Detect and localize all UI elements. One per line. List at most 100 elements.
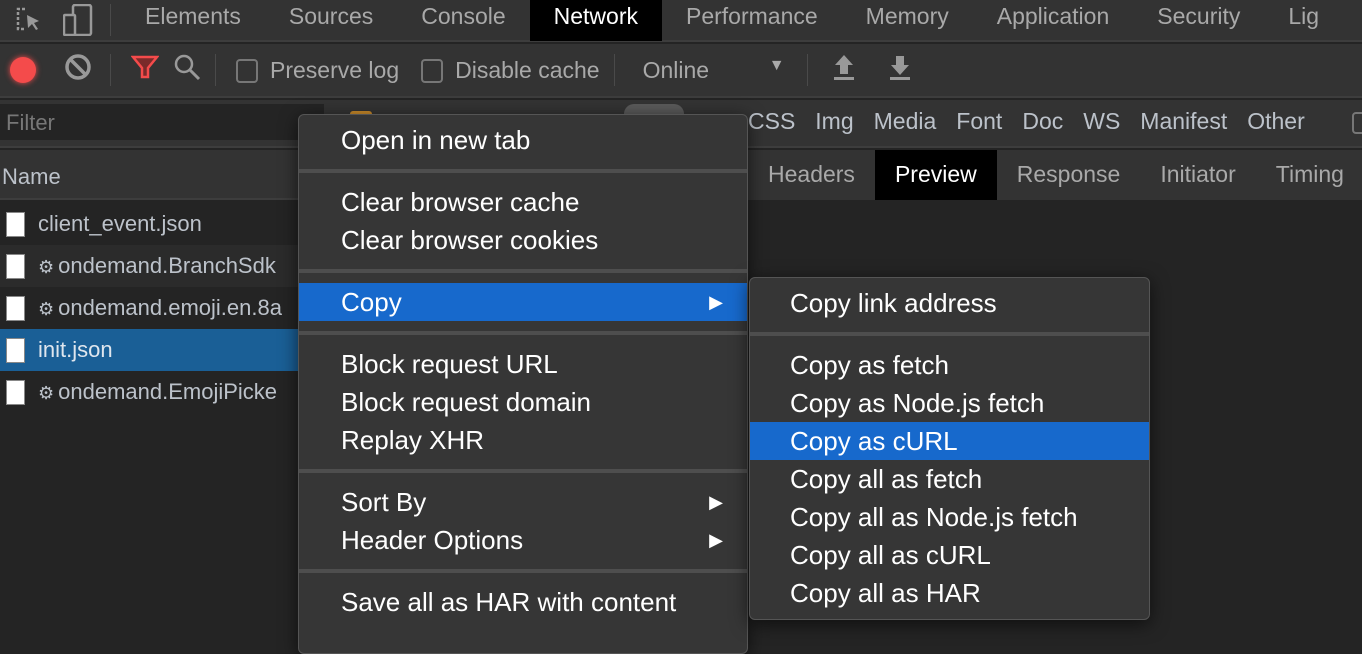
tab-console[interactable]: Console [397, 0, 529, 41]
type-filter-media[interactable]: Media [874, 108, 937, 135]
preserve-log-label: Preserve log [270, 56, 400, 83]
menu-item-copy-all-as-curl[interactable]: Copy all as cURL [750, 536, 1149, 574]
record-button[interactable] [10, 57, 36, 83]
import-har-icon[interactable] [832, 53, 856, 87]
type-filter-ws[interactable]: WS [1083, 108, 1120, 135]
request-row[interactable]: client_event.json [0, 203, 300, 245]
menu-item-label: Sort By [341, 487, 427, 517]
type-filter-css[interactable]: CSS [748, 108, 795, 135]
export-har-icon[interactable] [888, 53, 912, 87]
menu-item-sort-by[interactable]: Sort By ▶ [299, 483, 747, 521]
request-row[interactable]: ⚙ ondemand.emoji.en.8a [0, 287, 300, 329]
tab-network[interactable]: Network [529, 0, 662, 41]
menu-item-open-in-new-tab[interactable]: Open in new tab [299, 121, 747, 159]
request-name: ondemand.EmojiPicke [58, 379, 278, 404]
detail-tab-response[interactable]: Response [997, 150, 1141, 200]
menu-item-copy[interactable]: Copy ▶ [299, 283, 747, 321]
request-name: ondemand.BranchSdk [58, 253, 276, 278]
request-row[interactable]: ⚙ ondemand.BranchSdk [0, 245, 300, 287]
context-menu: Open in new tab Clear browser cache Clear … [298, 114, 748, 654]
menu-item-header-options[interactable]: Header Options ▶ [299, 521, 747, 559]
tab-performance[interactable]: Performance [662, 0, 842, 41]
disable-cache-label: Disable cache [455, 56, 600, 83]
filter-input[interactable]: Filter [0, 104, 324, 140]
menu-item-label: Copy as fetch [790, 350, 949, 380]
menu-item-label: Copy all as fetch [790, 464, 983, 494]
menu-item-block-request-url[interactable]: Block request URL [299, 345, 747, 383]
copy-submenu: Copy link address Copy as fetch Copy as No… [749, 277, 1150, 620]
clear-icon[interactable] [64, 53, 92, 87]
document-icon [6, 338, 25, 363]
menu-separator [299, 569, 747, 573]
menu-item-block-request-domain[interactable]: Block request domain [299, 383, 747, 421]
submenu-arrow-icon: ▶ [709, 530, 723, 550]
network-toolbar: Preserve log Disable cache Online ▼ [0, 44, 1362, 98]
submenu-arrow-icon: ▶ [709, 492, 723, 512]
throttling-select[interactable]: Online ▼ [643, 57, 793, 84]
menu-item-label: Block request URL [341, 349, 558, 379]
preserve-log-checkbox[interactable]: Preserve log [236, 57, 399, 84]
detail-tab-headers[interactable]: Headers [748, 150, 875, 200]
tab-elements[interactable]: Elements [121, 0, 265, 41]
gear-icon: ⚙ [38, 257, 55, 277]
detail-tabs: Headers Preview Response Initiator Timing [748, 150, 1362, 200]
devtools-tab-bar: Elements Sources Console Network Performance… [0, 0, 1362, 42]
menu-item-copy-as-curl[interactable]: Copy as cURL [750, 422, 1149, 460]
menu-item-save-all-as-har-with-content[interactable]: Save all as HAR with content [299, 583, 747, 621]
document-icon [6, 212, 25, 237]
menu-item-label: Block request domain [341, 387, 592, 417]
menu-item-clear-browser-cache[interactable]: Clear browser cache [299, 183, 747, 221]
detail-tab-timing[interactable]: Timing [1256, 150, 1362, 200]
type-filter-font[interactable]: Font [956, 108, 1002, 135]
menu-separator [299, 169, 747, 173]
menu-item-label: Header Options [341, 525, 524, 555]
type-filter-manifest[interactable]: Manifest [1140, 108, 1227, 135]
detail-tab-initiator[interactable]: Initiator [1140, 150, 1255, 200]
menu-item-label: Clear browser cache [341, 187, 580, 217]
tab-security[interactable]: Security [1133, 0, 1264, 41]
submenu-arrow-icon: ▶ [709, 292, 723, 312]
document-icon [6, 296, 25, 321]
request-row[interactable]: ⚙ ondemand.EmojiPicke [0, 371, 300, 413]
menu-item-copy-all-as-har[interactable]: Copy all as HAR [750, 574, 1149, 612]
type-filter-doc[interactable]: Doc [1022, 108, 1063, 135]
menu-separator [750, 332, 1149, 336]
menu-item-copy-all-as-fetch[interactable]: Copy all as fetch [750, 460, 1149, 498]
search-icon[interactable] [173, 53, 201, 87]
tab-application[interactable]: Application [973, 0, 1134, 41]
menu-separator [299, 331, 747, 335]
request-name: ondemand.emoji.en.8a [58, 295, 282, 320]
menu-item-copy-as-fetch[interactable]: Copy as fetch [750, 346, 1149, 384]
menu-item-label: Open in new tab [341, 125, 531, 155]
disable-cache-checkbox[interactable]: Disable cache [421, 56, 600, 84]
menu-item-copy-as-node-js-fetch[interactable]: Copy as Node.js fetch [750, 384, 1149, 422]
divider [110, 4, 111, 36]
chevron-down-icon: ▼ [768, 56, 785, 74]
menu-item-label: Copy all as HAR [790, 578, 981, 608]
checkbox[interactable] [1352, 112, 1362, 134]
menu-separator [299, 469, 747, 473]
menu-item-copy-link-address[interactable]: Copy link address [750, 284, 1149, 322]
menu-item-replay-xhr[interactable]: Replay XHR [299, 421, 747, 459]
name-column-header[interactable]: Name [0, 150, 300, 200]
tab-lig[interactable]: Lig [1264, 0, 1343, 41]
type-filter-other[interactable]: Other [1247, 108, 1305, 135]
tab-sources[interactable]: Sources [265, 0, 397, 41]
tab-memory[interactable]: Memory [842, 0, 973, 41]
request-row[interactable]: init.json [0, 329, 300, 371]
menu-separator [299, 269, 747, 273]
detail-tab-preview[interactable]: Preview [874, 150, 997, 200]
gear-icon: ⚙ [38, 299, 55, 319]
menu-item-clear-browser-cookies[interactable]: Clear browser cookies [299, 221, 747, 259]
inspect-element-icon[interactable] [0, 0, 56, 41]
device-toolbar-icon[interactable] [56, 0, 100, 41]
type-filter-img[interactable]: Img [815, 108, 853, 135]
filter-icon[interactable] [130, 53, 160, 87]
request-name: init.json [38, 337, 113, 362]
throttling-value: Online [642, 56, 710, 83]
menu-item-label: Copy as cURL [790, 426, 958, 456]
gear-icon: ⚙ [38, 383, 55, 403]
menu-item-copy-all-as-node-js-fetch[interactable]: Copy all as Node.js fetch [750, 498, 1149, 536]
menu-item-label: Copy as Node.js fetch [790, 388, 1045, 418]
menu-item-label: Save all as HAR with content [341, 587, 677, 617]
